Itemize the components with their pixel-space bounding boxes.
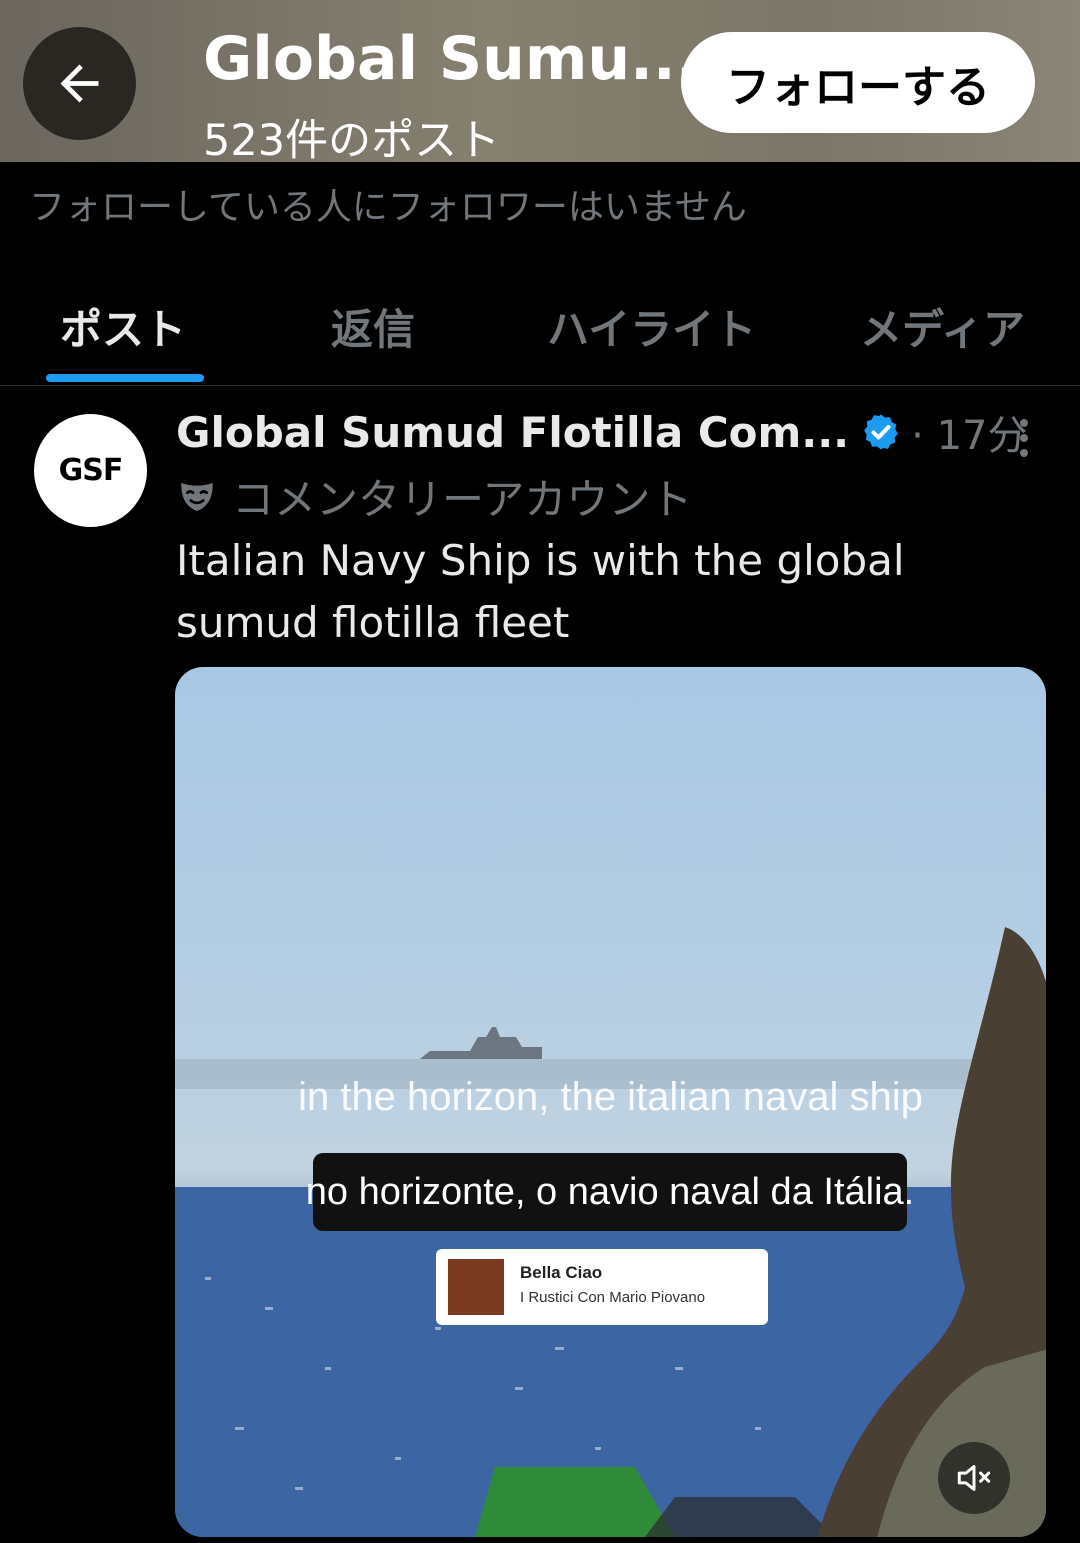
more-icon[interactable] bbox=[1014, 418, 1034, 458]
account-label-text: コメンタリーアカウント bbox=[232, 475, 693, 524]
mute-icon bbox=[957, 1465, 991, 1491]
tab-posts[interactable]: ポスト bbox=[60, 296, 186, 357]
post-author-line: Global Sumud Flotilla Com... · 17分 bbox=[176, 404, 1027, 460]
profile-name: Global Sumu... bbox=[203, 24, 699, 94]
back-button[interactable] bbox=[23, 27, 136, 140]
active-tab-indicator bbox=[46, 374, 204, 382]
mute-button[interactable] bbox=[938, 1442, 1010, 1514]
post-video[interactable]: in the horizon, the italian naval ship n… bbox=[175, 667, 1046, 1537]
mask-icon bbox=[181, 482, 213, 511]
follow-button[interactable]: フォローする bbox=[681, 32, 1035, 133]
tab-highlights[interactable]: ハイライト bbox=[547, 296, 756, 357]
music-artist: I Rustici Con Mario Piovano bbox=[520, 1289, 706, 1306]
tab-replies[interactable]: 返信 bbox=[331, 296, 415, 357]
author-name[interactable]: Global Sumud Flotilla Com... bbox=[176, 408, 849, 457]
profile-tabs: ポスト 返信 ハイライト メディア bbox=[0, 280, 1080, 386]
music-title: Bella Ciao bbox=[520, 1263, 603, 1282]
person-silhouette bbox=[817, 927, 1046, 1537]
post-count: 523件のポスト bbox=[203, 116, 501, 166]
album-art bbox=[448, 1259, 504, 1315]
avatar[interactable]: GSF bbox=[34, 414, 147, 527]
followers-note: フォローしている人にフォロワーはいません bbox=[29, 187, 747, 228]
caption-english: in the horizon, the italian naval ship bbox=[298, 1075, 923, 1119]
profile-header: Global Sumu... 523件のポスト フォローする bbox=[0, 0, 1080, 166]
account-label: コメンタリーアカウント bbox=[176, 466, 692, 527]
verified-badge-icon bbox=[864, 414, 898, 450]
tab-media[interactable]: メディア bbox=[860, 296, 1025, 357]
post-time[interactable]: · 17分 bbox=[911, 403, 1027, 461]
music-sticker: Bella Ciao I Rustici Con Mario Piovano bbox=[436, 1249, 768, 1325]
caption-portuguese: no horizonte, o navio naval da Itália. bbox=[306, 1153, 914, 1231]
post-text: Italian Navy Ship is with the global sum… bbox=[176, 536, 905, 647]
back-arrow-icon bbox=[60, 64, 99, 103]
